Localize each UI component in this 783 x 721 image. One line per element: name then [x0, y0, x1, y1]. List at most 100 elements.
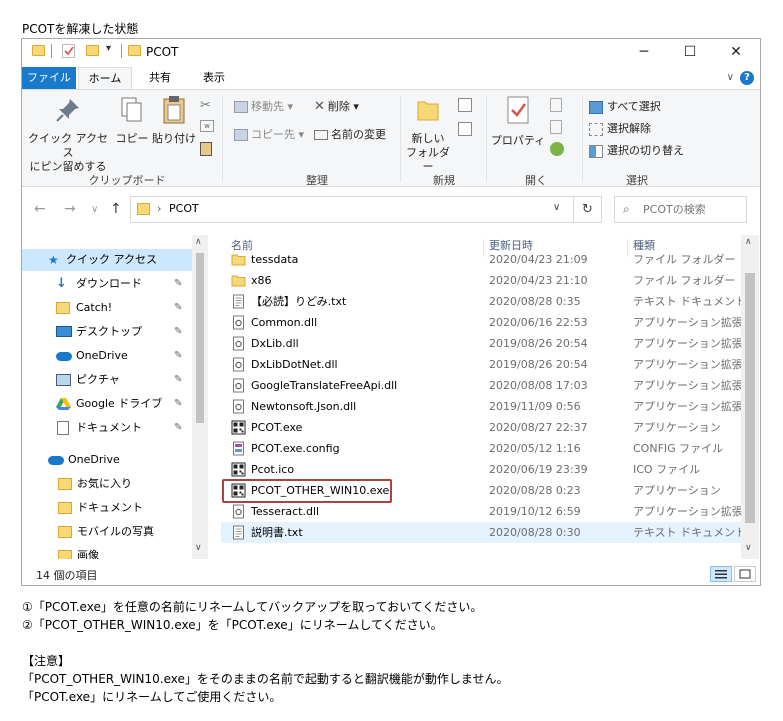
- copy-button[interactable]: コピー: [114, 94, 150, 146]
- delete-label: 削除: [327, 100, 350, 113]
- scroll-down-icon[interactable]: ∨: [745, 543, 752, 553]
- sidebar-item-pictures[interactable]: ピクチャ ✎: [22, 369, 192, 391]
- table-row[interactable]: 説明書.txt 2020/08/28 0:30 テキスト ドキュメント: [221, 522, 741, 543]
- pin-icon[interactable]: ✎: [174, 345, 182, 367]
- copy-to-button[interactable]: コピー先 ▾: [234, 128, 304, 142]
- table-row[interactable]: GoogleTranslateFreeApi.dll 2020/08/08 17:…: [221, 375, 741, 396]
- sidebar-item-mobile-photos[interactable]: モバイルの写真: [22, 521, 192, 543]
- new-folder-quick-icon[interactable]: [86, 45, 99, 56]
- breadcrumb-separator-icon: ›: [157, 202, 162, 215]
- address-dropdown-icon[interactable]: ∨: [553, 202, 560, 213]
- sidebar-item-favorites[interactable]: お気に入り: [22, 473, 192, 495]
- table-row[interactable]: PCOT.exe.config 2020/05/12 1:16 CONFIG ファイ…: [221, 438, 741, 459]
- table-row[interactable]: Common.dll 2020/06/16 22:53 アプリケーション拡張: [221, 312, 741, 333]
- table-row[interactable]: 【必読】りどみ.txt 2020/08/28 0:35 テキスト ドキュメント: [221, 291, 741, 312]
- dll-file-icon: [231, 315, 246, 330]
- sidebar-item-catch[interactable]: Catch! ✎: [22, 297, 192, 319]
- sidebar-item-desktop[interactable]: デスクトップ ✎: [22, 321, 192, 343]
- close-button[interactable]: ✕: [713, 39, 759, 65]
- sidebar-item-od-documents[interactable]: ドキュメント: [22, 497, 192, 519]
- sidebar-item-downloads[interactable]: ↓ ダウンロード ✎: [22, 273, 192, 295]
- search-input[interactable]: ⌕ PCOTの検索: [614, 196, 747, 223]
- tab-file[interactable]: ファイル: [22, 67, 76, 89]
- tab-home[interactable]: ホーム: [78, 67, 132, 89]
- table-row[interactable]: Tesseract.dll 2019/10/12 6:59 アプリケーション拡張: [221, 501, 741, 522]
- file-type: ICO ファイル: [633, 463, 701, 476]
- pin-icon[interactable]: ✎: [174, 297, 182, 319]
- tab-view[interactable]: 表示: [194, 67, 234, 89]
- file-type: ファイル フォルダー: [633, 253, 736, 266]
- sidebar-item-google-drive[interactable]: Google ドライブ ✎: [22, 393, 192, 415]
- new-folder-button[interactable]: 新しい フォルダー: [404, 94, 452, 174]
- file-name: DxLib.dll: [251, 337, 299, 350]
- sidebar-item-images[interactable]: 画像: [22, 545, 192, 559]
- file-type: テキスト ドキュメント: [633, 526, 741, 539]
- maximize-button[interactable]: ☐: [667, 39, 713, 65]
- file-list-scrollbar[interactable]: ∧ ∨: [741, 235, 759, 559]
- address-input[interactable]: › PCOT › ∨: [130, 196, 602, 223]
- sidebar-item-label: OneDrive: [68, 453, 120, 466]
- table-row[interactable]: PCOT.exe 2020/08/27 22:37 アプリケーション: [221, 417, 741, 438]
- delete-button[interactable]: ✕ 削除 ▾: [314, 100, 359, 114]
- table-row[interactable]: Newtonsoft.Json.dll 2019/11/09 0:56 アプリケーシ…: [221, 396, 741, 417]
- move-to-button[interactable]: 移動先 ▾: [234, 100, 293, 114]
- pin-quick-access-button[interactable]: クイック アクセス にピン留めする: [26, 94, 110, 174]
- sidebar-item-onedrive[interactable]: OneDrive ✎: [22, 345, 192, 367]
- invert-selection-button[interactable]: 選択の切り替え: [589, 144, 684, 158]
- scroll-up-icon[interactable]: ∧: [745, 237, 752, 247]
- help-icon[interactable]: ?: [740, 71, 754, 85]
- nav-scroll-thumb[interactable]: [196, 253, 204, 423]
- search-placeholder: PCOTの検索: [643, 203, 706, 216]
- forward-arrow-icon[interactable]: →: [64, 201, 76, 217]
- table-row[interactable]: Pcot.ico 2020/06/19 23:39 ICO ファイル: [221, 459, 741, 480]
- back-arrow-icon[interactable]: ←: [34, 201, 46, 217]
- paste-shortcut-icon[interactable]: [200, 142, 212, 156]
- tab-share[interactable]: 共有: [140, 67, 180, 89]
- sidebar-item-documents[interactable]: ドキュメント ✎: [22, 417, 192, 439]
- cloud-icon: [56, 352, 72, 361]
- instruction-spacer: [22, 634, 762, 652]
- properties-quick-icon[interactable]: [62, 44, 75, 58]
- select-all-icon: [589, 100, 603, 114]
- file-list-scroll-thumb[interactable]: [745, 273, 755, 523]
- edit-icon[interactable]: [550, 120, 562, 134]
- table-row[interactable]: DxLib.dll 2019/08/26 20:54 アプリケーション拡張: [221, 333, 741, 354]
- documents-icon: [57, 421, 69, 435]
- ribbon-expand-icon[interactable]: ∨: [727, 72, 734, 83]
- table-row[interactable]: x86 2020/04/23 21:10 ファイル フォルダー: [221, 270, 741, 291]
- customize-toolbar-icon[interactable]: ▾: [106, 43, 111, 54]
- pin-icon[interactable]: ✎: [174, 417, 182, 439]
- table-row[interactable]: tessdata 2020/04/23 21:09 ファイル フォルダー: [221, 249, 741, 270]
- sidebar-item-onedrive-root[interactable]: OneDrive: [22, 449, 192, 471]
- recent-locations-icon[interactable]: ∨: [91, 204, 98, 215]
- scroll-up-icon[interactable]: ∧: [195, 237, 202, 247]
- sidebar-item-label: 画像: [77, 549, 99, 559]
- select-none-button[interactable]: 選択解除: [589, 122, 651, 136]
- easy-access-icon[interactable]: [458, 122, 472, 136]
- nav-quick-access[interactable]: ★ クイック アクセス: [22, 249, 192, 271]
- pin-icon[interactable]: ✎: [174, 273, 182, 295]
- up-arrow-icon[interactable]: ↑: [110, 201, 122, 217]
- table-row[interactable]: DxLibDotNet.dll 2019/08/26 20:54 アプリケーション拡…: [221, 354, 741, 375]
- file-name: DxLibDotNet.dll: [251, 358, 338, 371]
- cut-icon[interactable]: ✂: [200, 98, 211, 113]
- history-icon[interactable]: [550, 142, 564, 156]
- rename-button[interactable]: 名前の変更: [314, 128, 386, 142]
- paste-button[interactable]: 貼り付け: [152, 94, 196, 146]
- open-icon[interactable]: [550, 98, 562, 112]
- nav-scrollbar[interactable]: ∧ ∨: [192, 235, 208, 559]
- properties-button[interactable]: プロパティ: [490, 94, 546, 148]
- pin-icon[interactable]: ✎: [174, 369, 182, 391]
- ribbon: クイック アクセス にピン留めする コピー 貼り付け ✂ w クリップボード 移…: [22, 89, 760, 187]
- large-icons-view-button[interactable]: [734, 566, 756, 582]
- refresh-button[interactable]: ↻: [573, 196, 602, 223]
- pin-icon[interactable]: ✎: [174, 393, 182, 415]
- new-item-icon[interactable]: [458, 98, 472, 112]
- details-view-button[interactable]: [710, 566, 732, 582]
- minimize-button[interactable]: ─: [621, 39, 667, 65]
- select-all-button[interactable]: すべて選択: [589, 100, 661, 114]
- copy-path-icon[interactable]: w: [200, 120, 214, 132]
- file-type: アプリケーション拡張: [633, 358, 741, 371]
- scroll-down-icon[interactable]: ∨: [195, 543, 202, 553]
- pin-icon[interactable]: ✎: [174, 321, 182, 343]
